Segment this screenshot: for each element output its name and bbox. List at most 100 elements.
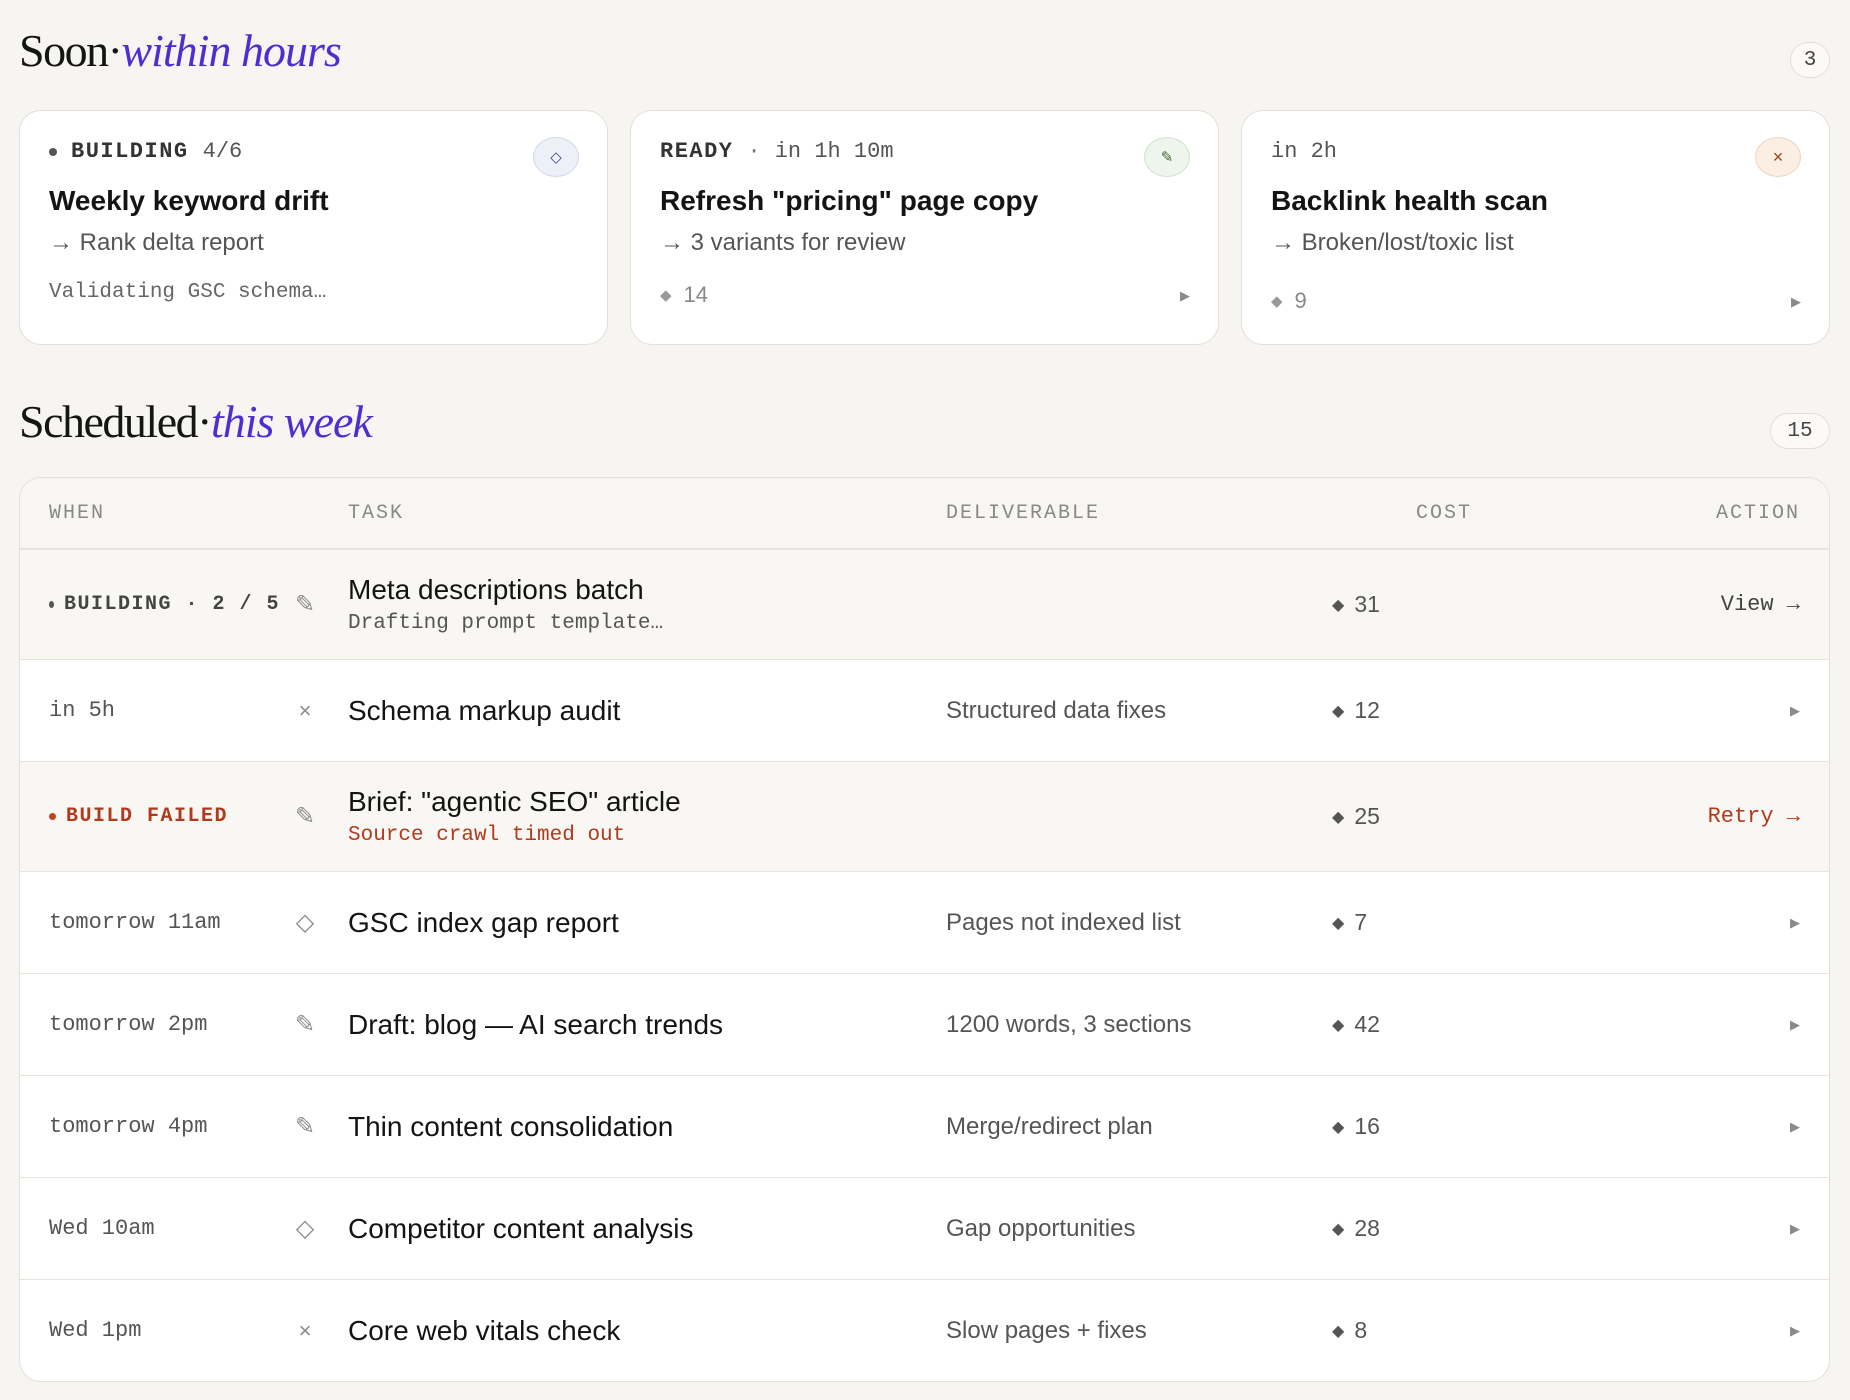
- soon-title-text: Soon: [19, 25, 109, 76]
- table-row[interactable]: tomorrow 4pm ✎ Thin content consolidatio…: [20, 1075, 1829, 1177]
- gem-icon: ◆: [1332, 914, 1345, 932]
- close-icon: ×: [298, 697, 312, 723]
- table-header: WHEN TASK DELIVERABLE COST ACTION: [20, 478, 1829, 549]
- row-status: BUILDING · 2 / 5: [49, 593, 280, 616]
- card-title: Refresh "pricing" page copy: [660, 185, 1039, 216]
- task-card-refresh-pricing-copy[interactable]: READY · in 1h 10m ✎ Refresh "pricing" pa…: [630, 110, 1219, 345]
- view-button[interactable]: View →: [1721, 592, 1800, 617]
- gem-icon: ◆: [1332, 702, 1345, 720]
- scheduled-title-accent: this week: [210, 396, 373, 447]
- task-card-weekly-keyword-drift[interactable]: BUILDING 4/6 ◇ Weekly keyword drift → Ra…: [19, 110, 608, 345]
- status-label: BUILDING: [71, 139, 189, 164]
- play-icon[interactable]: ▶: [1791, 294, 1801, 310]
- row-deliverable: Structured data fixes: [946, 696, 1167, 724]
- diamond-icon: ◇: [533, 137, 579, 177]
- row-deliverable: Merge/redirect plan: [946, 1112, 1153, 1140]
- card-status: BUILDING 4/6: [49, 139, 242, 164]
- row-cost: ◆ 31: [1332, 591, 1632, 618]
- row-cost: ◆ 8: [1332, 1317, 1632, 1344]
- close-icon: ×: [298, 1317, 312, 1343]
- row-task-title: Thin content consolidation: [348, 1110, 674, 1142]
- soon-title-accent: within hours: [121, 25, 341, 76]
- row-cost: ◆ 16: [1332, 1113, 1632, 1140]
- table-row[interactable]: tomorrow 11am ◇ GSC index gap report Pag…: [20, 871, 1829, 973]
- pencil-icon: ✎: [294, 1011, 316, 1038]
- task-card-backlink-health-scan[interactable]: in 2h × Backlink health scan → Broken/lo…: [1241, 110, 1830, 345]
- status-dot: [49, 147, 57, 156]
- scheduled-table: WHEN TASK DELIVERABLE COST ACTION BUILDI…: [19, 477, 1830, 1382]
- card-progress-note: Validating GSC schema…: [49, 281, 327, 304]
- play-icon[interactable]: ▶: [1790, 703, 1800, 718]
- page: Soon·within hours 3 BUILDING 4/6 ◇ Weekl…: [19, 0, 1830, 1382]
- play-icon[interactable]: ▶: [1790, 1017, 1800, 1032]
- row-deliverable: Pages not indexed list: [946, 908, 1181, 936]
- play-icon[interactable]: ▶: [1790, 1221, 1800, 1236]
- row-error-note: Source crawl timed out: [348, 824, 626, 847]
- soon-title: Soon·within hours: [19, 24, 342, 77]
- soon-count-badge: 3: [1790, 42, 1830, 78]
- column-header-deliverable: DELIVERABLE: [946, 501, 1101, 525]
- row-cost: ◆ 12: [1332, 697, 1632, 724]
- column-header-task: TASK: [348, 501, 405, 525]
- row-status-label: BUILD FAILED: [66, 805, 229, 828]
- retry-button[interactable]: Retry →: [1708, 804, 1800, 829]
- scheduled-header: Scheduled·this week 15: [19, 345, 1830, 477]
- row-task-title: Core web vitals check: [348, 1314, 621, 1346]
- card-status: in 2h: [1271, 139, 1337, 164]
- row-task-title: Schema markup audit: [348, 694, 621, 726]
- status-progress: 4/6: [202, 139, 243, 164]
- status-eta: in 2h: [1271, 139, 1338, 164]
- card-cost: ◆ 9: [1271, 288, 1307, 314]
- column-header-action: ACTION: [1715, 501, 1800, 525]
- play-icon[interactable]: ▶: [1790, 915, 1800, 930]
- table-row[interactable]: BUILD FAILED ✎ Brief: "agentic SEO" arti…: [20, 761, 1829, 871]
- row-task-title: Brief: "agentic SEO" article: [348, 786, 681, 817]
- table-row[interactable]: Wed 1pm × Core web vitals check Slow pag…: [20, 1279, 1829, 1381]
- row-when: tomorrow 11am: [49, 910, 221, 935]
- title-separator: ·: [197, 396, 212, 447]
- table-row[interactable]: Wed 10am ◇ Competitor content analysis G…: [20, 1177, 1829, 1279]
- scheduled-title: Scheduled·this week: [19, 395, 373, 448]
- pencil-icon: ✎: [294, 1113, 316, 1140]
- row-cost-value: 12: [1354, 697, 1380, 723]
- status-label: READY: [660, 139, 734, 164]
- row-task-title: Meta descriptions batch: [348, 574, 644, 605]
- card-title: Backlink health scan: [1271, 185, 1549, 216]
- row-cost-value: 25: [1354, 803, 1380, 829]
- row-cost-value: 8: [1354, 1317, 1368, 1343]
- table-row[interactable]: in 5h × Schema markup audit Structured d…: [20, 659, 1829, 761]
- diamond-icon: ◇: [295, 1215, 315, 1242]
- scheduled-count-badge: 15: [1770, 413, 1830, 449]
- gem-icon: ◆: [1332, 596, 1345, 614]
- table-row[interactable]: BUILDING · 2 / 5 ✎ Meta descriptions bat…: [20, 549, 1829, 659]
- row-deliverable: Gap opportunities: [946, 1214, 1136, 1242]
- pencil-icon: ✎: [294, 803, 316, 830]
- gem-icon: ◆: [1332, 1118, 1345, 1136]
- close-icon: ×: [1755, 137, 1801, 177]
- row-cost-value: 31: [1354, 591, 1380, 617]
- table-row[interactable]: tomorrow 2pm ✎ Draft: blog — AI search t…: [20, 973, 1829, 1075]
- play-icon[interactable]: ▶: [1180, 288, 1190, 304]
- gem-icon: ◆: [660, 287, 672, 304]
- row-when: in 5h: [49, 698, 116, 723]
- card-deliverable: → Rank delta report: [49, 229, 264, 256]
- scheduled-title-text: Scheduled: [19, 396, 199, 447]
- row-when: tomorrow 4pm: [49, 1114, 208, 1139]
- status-dot: [49, 813, 56, 820]
- soon-cards: BUILDING 4/6 ◇ Weekly keyword drift → Ra…: [19, 110, 1830, 345]
- row-cost-value: 42: [1354, 1011, 1380, 1037]
- play-icon[interactable]: ▶: [1790, 1119, 1800, 1134]
- status-separator: ·: [747, 139, 761, 164]
- row-cost: ◆ 7: [1332, 909, 1632, 936]
- row-cost: ◆ 28: [1332, 1215, 1632, 1242]
- row-cost: ◆ 42: [1332, 1011, 1632, 1038]
- status-dot: [49, 601, 54, 608]
- column-header-cost: COST: [1416, 501, 1473, 525]
- gem-icon: ◆: [1332, 1220, 1345, 1238]
- row-when: Wed 10am: [49, 1216, 155, 1241]
- row-status: BUILD FAILED: [49, 805, 280, 828]
- play-icon[interactable]: ▶: [1790, 1323, 1800, 1338]
- row-cost-value: 7: [1354, 909, 1368, 935]
- row-status-label: BUILDING · 2 / 5: [63, 593, 280, 616]
- pencil-icon: ✎: [1144, 137, 1190, 177]
